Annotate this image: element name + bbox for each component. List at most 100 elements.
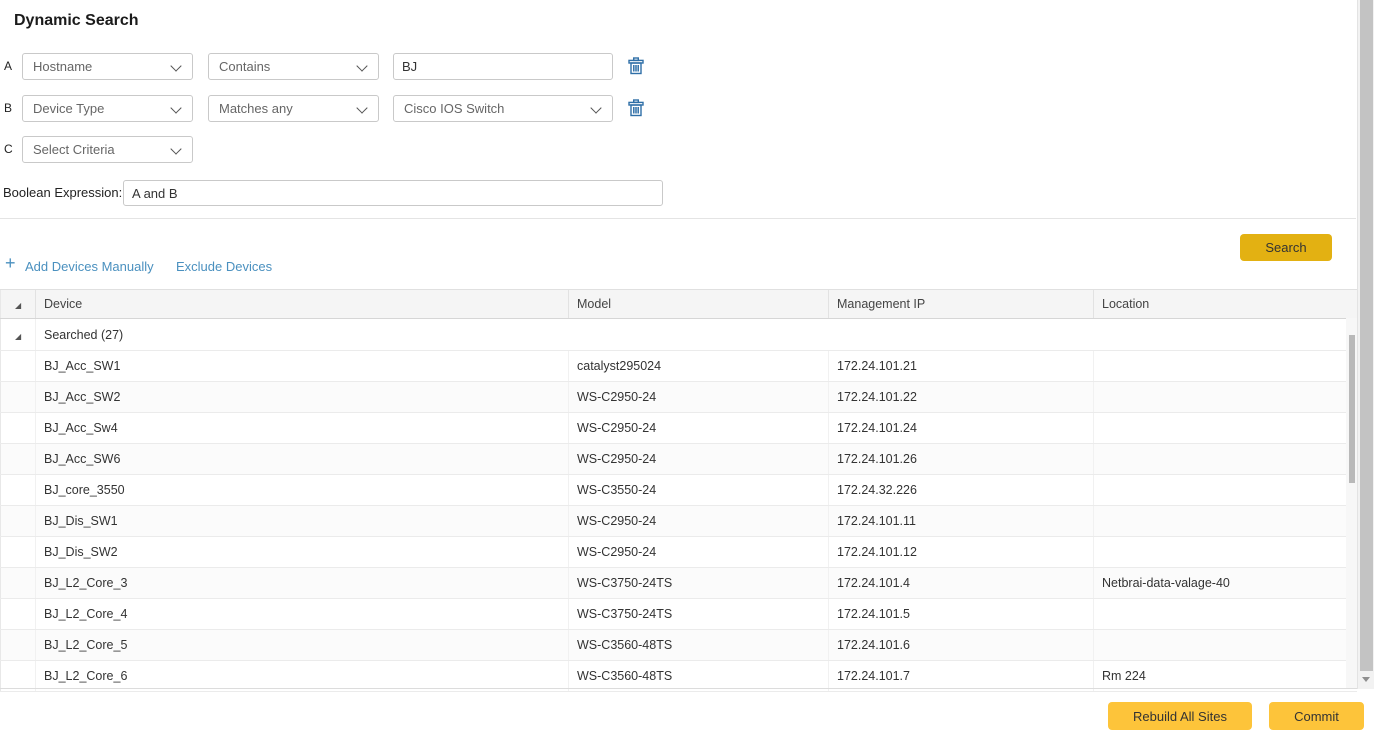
- page-title: Dynamic Search: [14, 12, 139, 30]
- cell-device: BJ_L2_Core_5: [36, 630, 569, 661]
- collapse-all-icon[interactable]: ◢: [15, 301, 21, 310]
- row-gutter: [1, 568, 36, 599]
- cell-model: catalyst295024: [569, 351, 829, 382]
- chevron-down-icon: [170, 60, 181, 71]
- criteria-b-value: Cisco IOS Switch: [404, 101, 504, 116]
- cell-device: BJ_Dis_SW2: [36, 537, 569, 568]
- cell-location: [1094, 351, 1357, 382]
- cell-device: BJ_Dis_SW1: [36, 506, 569, 537]
- cell-location: [1094, 444, 1357, 475]
- page-scrollbar-track[interactable]: [1357, 0, 1374, 689]
- chevron-down-icon: [590, 102, 601, 113]
- criteria-a-operator-select[interactable]: Contains: [208, 53, 379, 80]
- commit-button[interactable]: Commit: [1269, 702, 1364, 730]
- criteria-c-field-select[interactable]: Select Criteria: [22, 136, 193, 163]
- row-gutter: [1, 351, 36, 382]
- rebuild-all-sites-button[interactable]: Rebuild All Sites: [1108, 702, 1252, 730]
- section-divider: [0, 218, 1356, 219]
- chevron-down-icon: [356, 60, 367, 71]
- cell-device: BJ_Acc_SW2: [36, 382, 569, 413]
- criteria-b-delete-button[interactable]: [626, 99, 646, 119]
- group-label: Searched (27): [36, 319, 1357, 351]
- criteria-a-value-input[interactable]: [393, 53, 613, 80]
- column-header-device[interactable]: Device: [36, 290, 569, 319]
- cell-model: WS-C3560-48TS: [569, 630, 829, 661]
- search-button[interactable]: Search: [1240, 234, 1332, 261]
- plus-icon[interactable]: +: [5, 254, 16, 272]
- table-row[interactable]: BJ_L2_Core_4 WS-C3750-24TS 172.24.101.5: [1, 599, 1357, 630]
- table-row[interactable]: BJ_core_3550 WS-C3550-24 172.24.32.226: [1, 475, 1357, 506]
- cell-location: [1094, 599, 1357, 630]
- page-scrollbar-thumb[interactable]: [1360, 0, 1373, 671]
- cell-location: [1094, 506, 1357, 537]
- criteria-a-operator-value: Contains: [219, 59, 270, 74]
- trash-icon: [628, 99, 644, 117]
- cell-location: [1094, 537, 1357, 568]
- exclude-devices-link[interactable]: Exclude Devices: [176, 259, 272, 274]
- group-collapse-icon[interactable]: ◢: [15, 332, 21, 341]
- criteria-b-field-value: Device Type: [33, 101, 104, 116]
- cell-management-ip: 172.24.101.7: [829, 661, 1094, 692]
- table-row[interactable]: BJ_L2_Core_3 WS-C3750-24TS 172.24.101.4 …: [1, 568, 1357, 599]
- table-row[interactable]: BJ_Dis_SW1 WS-C2950-24 172.24.101.11: [1, 506, 1357, 537]
- device-table: ◢ Device Model Management IP Location ◢ …: [0, 289, 1356, 692]
- criteria-a-field-value: Hostname: [33, 59, 92, 74]
- table-bottom-border: [0, 688, 1374, 689]
- cell-device: BJ_Acc_SW6: [36, 444, 569, 475]
- criteria-b-field-select[interactable]: Device Type: [22, 95, 193, 122]
- collapse-all-header[interactable]: ◢: [1, 290, 36, 319]
- row-gutter: [1, 661, 36, 692]
- criteria-letter-b: B: [4, 95, 20, 122]
- row-gutter: [1, 413, 36, 444]
- table-row[interactable]: BJ_Acc_SW2 WS-C2950-24 172.24.101.22: [1, 382, 1357, 413]
- cell-device: BJ_L2_Core_6: [36, 661, 569, 692]
- scroll-down-arrow-icon[interactable]: [1362, 677, 1370, 682]
- cell-location: Rm 224: [1094, 661, 1357, 692]
- table-row[interactable]: BJ_L2_Core_6 WS-C3560-48TS 172.24.101.7 …: [1, 661, 1357, 692]
- cell-management-ip: 172.24.101.6: [829, 630, 1094, 661]
- table-scrollbar-track[interactable]: [1346, 318, 1357, 688]
- dynamic-search-panel: Dynamic Search A Hostname Contains B Dev…: [0, 0, 1380, 746]
- cell-model: WS-C3750-24TS: [569, 599, 829, 630]
- row-gutter: [1, 506, 36, 537]
- cell-location: [1094, 382, 1357, 413]
- cell-model: WS-C2950-24: [569, 382, 829, 413]
- column-header-location[interactable]: Location: [1094, 290, 1357, 319]
- cell-device: BJ_core_3550: [36, 475, 569, 506]
- table-row[interactable]: BJ_Acc_SW1 catalyst295024 172.24.101.21: [1, 351, 1357, 382]
- cell-location: [1094, 475, 1357, 506]
- criteria-b-operator-value: Matches any: [219, 101, 293, 116]
- cell-management-ip: 172.24.101.21: [829, 351, 1094, 382]
- cell-location: [1094, 630, 1357, 661]
- criteria-b-operator-select[interactable]: Matches any: [208, 95, 379, 122]
- cell-device: BJ_Acc_Sw4: [36, 413, 569, 444]
- boolean-expression-input[interactable]: [123, 180, 663, 206]
- table-row[interactable]: BJ_Acc_SW6 WS-C2950-24 172.24.101.26: [1, 444, 1357, 475]
- group-row-searched[interactable]: ◢ Searched (27): [1, 319, 1357, 351]
- cell-model: WS-C3750-24TS: [569, 568, 829, 599]
- table-scrollbar-thumb[interactable]: [1349, 335, 1355, 483]
- column-header-model[interactable]: Model: [569, 290, 829, 319]
- criteria-a-field-select[interactable]: Hostname: [22, 53, 193, 80]
- table-row[interactable]: BJ_L2_Core_5 WS-C3560-48TS 172.24.101.6: [1, 630, 1357, 661]
- row-gutter: [1, 630, 36, 661]
- cell-location: [1094, 413, 1357, 444]
- cell-model: WS-C2950-24: [569, 506, 829, 537]
- criteria-b-value-select[interactable]: Cisco IOS Switch: [393, 95, 613, 122]
- add-devices-manually-link[interactable]: Add Devices Manually: [25, 259, 154, 274]
- column-header-management-ip[interactable]: Management IP: [829, 290, 1094, 319]
- row-gutter: [1, 475, 36, 506]
- cell-device: BJ_L2_Core_4: [36, 599, 569, 630]
- table-row[interactable]: BJ_Acc_Sw4 WS-C2950-24 172.24.101.24: [1, 413, 1357, 444]
- row-gutter: [1, 599, 36, 630]
- trash-icon: [628, 57, 644, 75]
- boolean-expression-label: Boolean Expression:: [3, 180, 122, 206]
- cell-model: WS-C2950-24: [569, 413, 829, 444]
- criteria-letter-a: A: [4, 53, 20, 80]
- cell-management-ip: 172.24.32.226: [829, 475, 1094, 506]
- row-gutter: [1, 537, 36, 568]
- cell-location: Netbrai-data-valage-40: [1094, 568, 1357, 599]
- criteria-a-delete-button[interactable]: [626, 57, 646, 77]
- table-row[interactable]: BJ_Dis_SW2 WS-C2950-24 172.24.101.12: [1, 537, 1357, 568]
- chevron-down-icon: [170, 102, 181, 113]
